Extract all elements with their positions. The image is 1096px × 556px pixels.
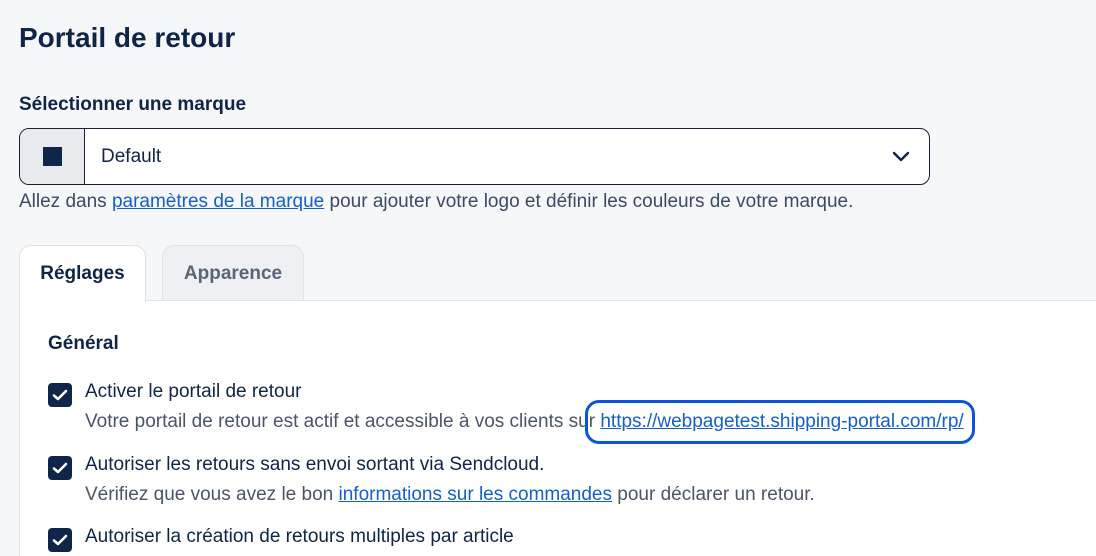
checkmark-icon: [52, 534, 68, 546]
portal-url-highlight: https://webpagetest.shipping-portal.com/…: [585, 400, 975, 444]
tab-appearance[interactable]: Apparence: [162, 245, 304, 301]
chevron-down-icon[interactable]: [873, 129, 929, 184]
multiple-returns-checkbox[interactable]: [48, 528, 72, 552]
option-label: Activer le portail de retour: [85, 381, 302, 402]
brand-select[interactable]: Default: [19, 128, 930, 185]
option-label: Autoriser la création de retours multipl…: [85, 526, 514, 547]
brand-color-swatch: [42, 147, 62, 166]
enable-portal-checkbox[interactable]: [48, 383, 72, 407]
option-label: Autoriser les retours sans envoi sortant…: [85, 454, 545, 475]
checkmark-icon: [52, 462, 68, 474]
option-description: Votre portail de retour est actif et acc…: [85, 400, 975, 444]
brand-color-preview: [20, 129, 85, 184]
option-description: Vérifiez que vous avez le bon informatio…: [85, 484, 815, 505]
brand-select-label: Sélectionner une marque: [19, 94, 247, 115]
brand-select-value: Default: [101, 145, 162, 167]
order-information-link[interactable]: informations sur les commandes: [339, 484, 613, 505]
page-title: Portail de retour: [19, 22, 236, 53]
allow-returns-checkbox[interactable]: [48, 456, 72, 480]
portal-url-link[interactable]: https://webpagetest.shipping-portal.com/…: [600, 411, 963, 432]
tab-settings[interactable]: Réglages: [19, 245, 146, 302]
checkmark-icon: [52, 389, 68, 401]
brand-help-text: Allez dans paramètres de la marque pour …: [19, 191, 854, 212]
settings-panel: Général Activer le portail de retour Vot…: [19, 300, 1096, 556]
brand-settings-link[interactable]: paramètres de la marque: [112, 191, 324, 212]
section-title-general: Général: [48, 333, 119, 354]
